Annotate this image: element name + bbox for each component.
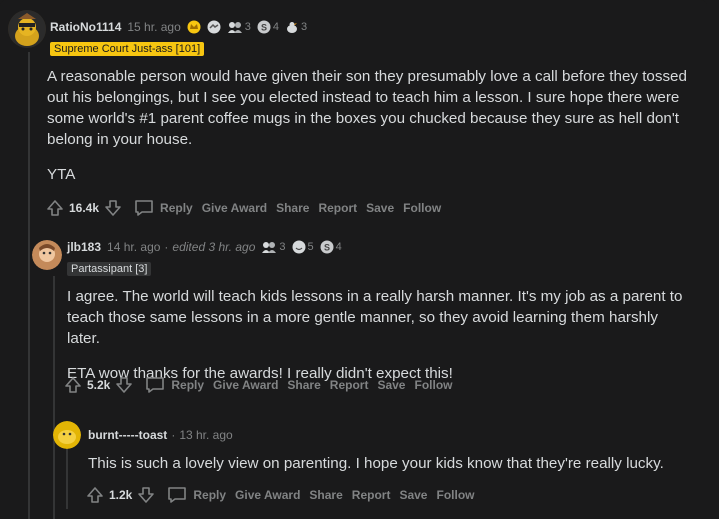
share-button[interactable]: Share: [309, 488, 342, 502]
save-button[interactable]: Save: [399, 488, 427, 502]
award-count: 3: [279, 241, 286, 253]
give-award-button[interactable]: Give Award: [202, 201, 267, 215]
award-count: 4: [335, 241, 342, 253]
reply-button[interactable]: Reply: [167, 486, 226, 504]
snoo-avatar-icon: [32, 240, 62, 270]
reply-button[interactable]: Reply: [134, 199, 193, 217]
user-flair: Partassipant [3]: [67, 262, 152, 276]
thread-line-level1[interactable]: [28, 52, 30, 519]
award[interactable]: S 4: [257, 20, 279, 34]
upvote-arrow-icon[interactable]: [46, 199, 64, 217]
face-award-icon: [292, 240, 305, 254]
username[interactable]: burnt-----toast: [88, 428, 167, 442]
thread-line-level2[interactable]: [53, 276, 55, 519]
award[interactable]: 3: [227, 20, 251, 34]
comment-paragraph: A reasonable person would have given the…: [47, 68, 687, 148]
comment-actions: 5.2k Reply Give Award Share Report Save …: [64, 376, 452, 394]
downvote-arrow-icon[interactable]: [137, 486, 155, 504]
silver-coin-award-icon: S: [257, 20, 271, 34]
handshake-award-icon: [207, 20, 221, 34]
comment-bubble-icon: [135, 200, 153, 216]
vote-controls: 1.2k: [86, 486, 155, 504]
comment-bubble-icon: [168, 487, 187, 503]
avatar[interactable]: [32, 240, 62, 270]
comment-actions: 1.2k Reply Give Award Share Report Save …: [86, 486, 474, 504]
downvote-arrow-icon[interactable]: [104, 199, 122, 217]
award[interactable]: 5: [292, 240, 314, 254]
give-award-button[interactable]: Give Award: [235, 488, 300, 502]
save-button[interactable]: Save: [377, 378, 405, 392]
vote-controls: 16.4k: [46, 199, 122, 217]
username[interactable]: RatioNo1114: [50, 20, 121, 34]
comment-bubble-icon: [146, 377, 165, 393]
comment-paragraph: This is such a lovely view on parenting.…: [88, 455, 664, 472]
share-button[interactable]: Share: [276, 201, 309, 215]
comment-meta: burnt-----toast · 13 hr. ago: [88, 428, 233, 442]
bird-award-icon: [287, 22, 298, 33]
award[interactable]: 3: [261, 240, 286, 254]
comment-body: This is such a lovely view on parenting.…: [88, 453, 688, 488]
svg-text:S: S: [324, 243, 330, 253]
follow-button[interactable]: Follow: [403, 201, 441, 215]
user-flair: Supreme Court Just-ass [101]: [50, 42, 205, 56]
thread-line-level3[interactable]: [66, 449, 68, 509]
snoo-avatar-icon: [8, 10, 46, 48]
award-count: 5: [307, 241, 314, 253]
comment-thread: RatioNo1114 15 hr. ago 3 S 4 3 Supreme C…: [0, 0, 707, 519]
separator-dot: ·: [171, 428, 176, 442]
timestamp[interactable]: 14 hr. ago: [107, 240, 160, 254]
award-count: 3: [301, 21, 308, 33]
award-count: 4: [272, 21, 280, 33]
edited-timestamp: edited 3 hr. ago: [172, 240, 256, 254]
award-count: 3: [244, 21, 251, 33]
comment-paragraph: YTA: [47, 166, 76, 183]
award[interactable]: 3: [285, 20, 307, 34]
gold-crown-award-icon: [187, 20, 201, 34]
comment-body: A reasonable person would have given the…: [47, 66, 687, 199]
reply-label: Reply: [193, 488, 227, 502]
vote-score: 5.2k: [87, 378, 111, 392]
svg-text:S: S: [261, 23, 267, 33]
vote-score: 1.2k: [109, 488, 133, 502]
timestamp[interactable]: 13 hr. ago: [179, 428, 232, 442]
report-button[interactable]: Report: [352, 488, 391, 502]
follow-button[interactable]: Follow: [436, 488, 474, 502]
award[interactable]: [207, 20, 221, 34]
upvote-arrow-icon[interactable]: [64, 376, 82, 394]
give-award-button[interactable]: Give Award: [213, 378, 278, 392]
award[interactable]: [187, 20, 201, 34]
comment-paragraph: I agree. The world will teach kids lesso…: [67, 288, 683, 347]
upvote-arrow-icon[interactable]: [86, 486, 104, 504]
silver-coin-award-icon: S: [320, 240, 334, 254]
report-button[interactable]: Report: [318, 201, 357, 215]
separator-dot: ·: [164, 240, 169, 254]
reply-button[interactable]: Reply: [145, 376, 204, 394]
avatar[interactable]: [53, 421, 81, 449]
vote-score: 16.4k: [69, 201, 100, 215]
award[interactable]: S 4: [320, 240, 342, 254]
save-button[interactable]: Save: [366, 201, 394, 215]
username[interactable]: jlb183: [67, 240, 101, 254]
vote-controls: 5.2k: [64, 376, 133, 394]
comment-meta: RatioNo1114 15 hr. ago 3 S 4 3: [50, 20, 307, 34]
comment-actions: 16.4k Reply Give Award Share Report Save…: [46, 199, 441, 217]
people-award-icon: [227, 22, 242, 33]
share-button[interactable]: Share: [287, 378, 320, 392]
people-award-icon: [262, 242, 277, 253]
timestamp[interactable]: 15 hr. ago: [127, 20, 180, 34]
report-button[interactable]: Report: [330, 378, 369, 392]
comment-meta: jlb183 14 hr. ago · edited 3 hr. ago 3 5…: [67, 240, 342, 254]
reply-label: Reply: [171, 378, 205, 392]
avatar[interactable]: [8, 10, 46, 48]
snoo-avatar-icon: [53, 421, 81, 449]
follow-button[interactable]: Follow: [414, 378, 452, 392]
downvote-arrow-icon[interactable]: [115, 376, 133, 394]
reply-label: Reply: [160, 201, 193, 215]
